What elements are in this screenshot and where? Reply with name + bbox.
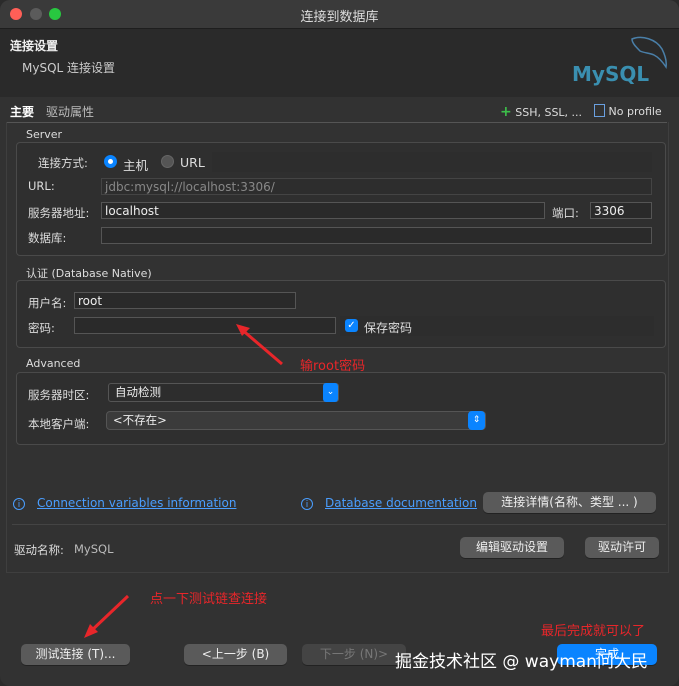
save-password-label: 保存密码 (364, 321, 413, 335)
test-annotation: 点一下测试链查连接 (150, 592, 268, 607)
mysql-logo-text: MySQL (572, 62, 649, 86)
edit-driver-settings-button[interactable]: 编辑驱动设置 (460, 537, 564, 558)
header-subtitle: MySQL 连接设置 (22, 61, 116, 75)
ssh-ssl-label: SSH, SSL, ... (515, 106, 583, 119)
connection-method-label: 连接方式: (38, 156, 88, 170)
previous-button[interactable]: <上一步 (B) (184, 644, 287, 665)
timezone-label: 服务器时区: (28, 388, 90, 402)
port-label: 端口: (552, 206, 579, 220)
driver-name-label: 驱动名称: (14, 543, 64, 557)
plus-icon: + (500, 104, 512, 120)
driver-license-button[interactable]: 驱动许可 (585, 537, 659, 558)
server-section-label: Server (26, 128, 63, 141)
info-icon: i (13, 498, 25, 510)
url-radio[interactable] (161, 155, 174, 168)
local-client-label: 本地客户端: (28, 417, 90, 431)
password-field[interactable] (74, 317, 336, 334)
header-title: 连接设置 (10, 39, 59, 53)
dialog-header: 连接设置 MySQL 连接设置 MySQL (0, 29, 679, 97)
host-radio-label: 主机 (123, 158, 149, 173)
separator (12, 524, 666, 525)
connection-variables-link[interactable]: Connection variables information (37, 496, 236, 510)
auth-section-label: 认证 (Database Native) (26, 267, 152, 280)
username-label: 用户名: (28, 296, 67, 310)
url-field[interactable]: jdbc:mysql://localhost:3306/ (101, 178, 652, 195)
database-label: 数据库: (28, 231, 67, 245)
mysql-logo: MySQL (572, 36, 667, 86)
local-client-select[interactable]: <不存在> ⇕ (106, 411, 486, 430)
finish-annotation: 最后完成就可以了 (541, 624, 646, 639)
password-arrow-icon (236, 324, 283, 366)
document-icon (594, 104, 605, 117)
window-title: 连接到数据库 (300, 10, 379, 25)
profile-label: No profile (608, 105, 662, 118)
host-field[interactable]: localhost (101, 202, 545, 219)
password-label: 密码: (28, 321, 55, 335)
database-field[interactable] (101, 227, 652, 244)
tab-bar: 主要 驱动属性 + SSH, SSL, ... No profile (6, 100, 667, 123)
connection-dialog: 连接到数据库 连接设置 MySQL 连接设置 MySQL 主要 驱动属性 + S… (0, 0, 679, 686)
test-connection-button[interactable]: 测试连接 (T)... (21, 644, 130, 665)
username-field[interactable]: root (74, 292, 296, 309)
port-field[interactable]: 3306 (590, 202, 652, 219)
next-button[interactable]: 下一步 (N)> (302, 644, 406, 665)
title-bar: 连接到数据库 (0, 0, 679, 29)
profile-button[interactable]: No profile (594, 104, 662, 118)
test-arrow-icon (84, 594, 130, 638)
advanced-section-label: Advanced (26, 357, 81, 370)
tab-driver-properties[interactable]: 驱动属性 (46, 103, 94, 120)
password-annotation: 输root密码 (300, 359, 366, 374)
driver-name-value: MySQL (74, 542, 114, 556)
info-icon: i (301, 498, 313, 510)
connection-details-button[interactable]: 连接详情(名称、类型 ... ) (483, 492, 656, 513)
timezone-value: 自动检测 (115, 385, 161, 399)
database-documentation-link[interactable]: Database documentation (325, 496, 477, 510)
up-down-chevron-icon: ⇕ (468, 411, 485, 430)
save-password-checkbox[interactable]: ✓ (345, 319, 358, 332)
host-radio[interactable] (104, 155, 117, 168)
auth-group (16, 280, 666, 348)
url-radio-label: URL (180, 155, 205, 170)
method-row-bg (212, 152, 652, 172)
chevron-down-icon: ⌄ (323, 383, 338, 402)
host-label: 服务器地址: (28, 206, 90, 220)
url-label: URL: (28, 179, 55, 193)
timezone-select[interactable]: 自动检测 ⌄ (108, 383, 339, 402)
watermark: 掘金技术社区 @ wayman问大民 (395, 652, 648, 672)
tab-main[interactable]: 主要 (10, 103, 34, 120)
ssh-ssl-button[interactable]: + SSH, SSL, ... (500, 104, 582, 120)
local-client-value: <不存在> (113, 413, 167, 427)
